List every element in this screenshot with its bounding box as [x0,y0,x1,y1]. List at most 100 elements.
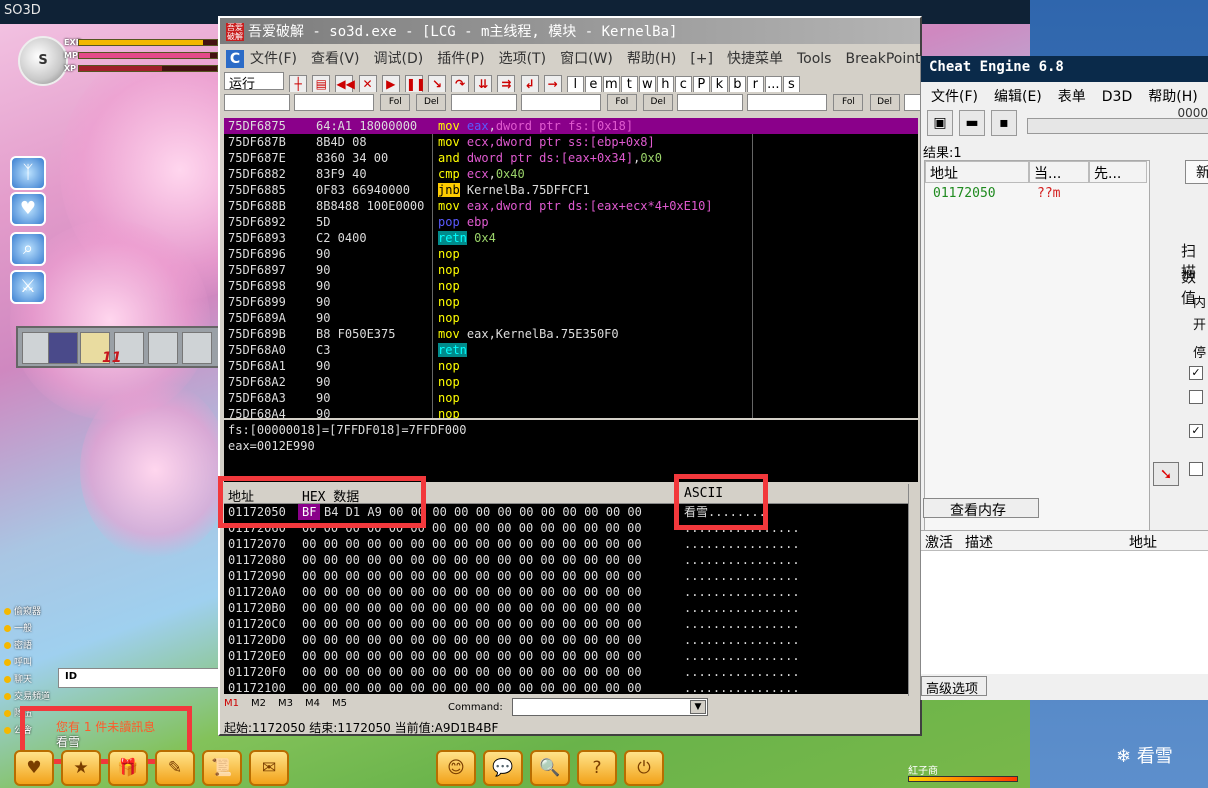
step-into-icon[interactable]: ↘ [427,75,446,92]
cmd-box[interactable] [294,94,375,111]
game-menu-icon[interactable]: 🎁 [108,750,148,786]
od-menu-item[interactable]: 快捷菜单 [727,51,783,67]
disasm-row[interactable]: 75DF68A4 90 nop [224,406,918,418]
dump-row[interactable]: 011720B0 00 00 00 00 00 00 00 00 00 00 00… [224,600,910,616]
id-input[interactable]: ID [58,668,223,688]
item-slot[interactable] [148,332,178,364]
chat-channel[interactable]: 偷窥器 [4,604,60,621]
swords-icon[interactable]: ⚔ [10,270,46,304]
game-menu-icon[interactable]: ? [577,750,617,786]
window-letter-button[interactable]: l [566,76,584,92]
dump-pane[interactable]: 01172050 BF B4 D1 A9 00 00 00 00 00 00 00 … [224,504,910,694]
disasm-row[interactable]: 75DF68A2 90 nop [224,374,918,390]
od-menu-item[interactable]: 选项(T) [499,51,546,67]
disasm-row[interactable]: 75DF6892 5D pop ebp [224,214,918,230]
cmd-box[interactable] [450,94,517,111]
chat-channel[interactable]: 密語 [4,638,60,655]
disasm-row[interactable]: 75DF687B 8B4D 08 mov ecx,dword ptr ss:[ebp… [224,134,918,150]
od-menu-item[interactable]: Tools [797,51,832,67]
od-menu-item[interactable]: 窗口(W) [560,51,613,67]
memory-tab[interactable]: M1 [224,698,239,709]
advanced-options-button[interactable]: 高级选项 [921,676,987,697]
result-row[interactable]: 01172050 ??m [925,183,1149,203]
window-letter-button[interactable]: c [674,76,692,92]
disasm-row[interactable]: 75DF6899 90 nop [224,294,918,310]
ce-menu-item[interactable]: 表单 [1058,89,1086,105]
computer-icon[interactable]: ▣ [927,110,953,136]
dump-row[interactable]: 011720F0 00 00 00 00 00 00 00 00 00 00 00… [224,664,910,680]
col-prev[interactable]: 先... [1089,161,1147,183]
disasm-row[interactable]: 75DF688B 8B8488 100E0000 mov eax,dword ptr… [224,198,918,214]
memory-tab[interactable]: M3 [278,698,293,709]
memory-tab[interactable]: M4 [305,698,320,709]
col-desc[interactable]: 描述 [965,532,993,552]
col-address[interactable]: 地址 [1129,532,1157,552]
chevron-down-icon[interactable]: ▼ [690,700,706,714]
ce-menu-item[interactable]: D3D [1102,89,1132,105]
chat-channel[interactable]: 呼叫 [4,655,60,672]
game-menu-icon[interactable]: 📜 [202,750,242,786]
exec-till-return-icon[interactable]: ↲ [520,75,539,92]
save-icon[interactable]: ▪ [991,110,1017,136]
pause-icon[interactable]: ❚❚ [404,75,426,92]
cmd-box[interactable] [677,94,744,111]
ce-menu-item[interactable]: 帮助(H) [1148,89,1197,105]
od-menu-item[interactable]: 文件(F) [250,51,297,67]
col-active[interactable]: 激活 [925,532,953,552]
window-letter-button[interactable]: P [692,76,710,92]
od-menu-item[interactable]: 帮助(H) [627,51,676,67]
option-checkbox[interactable]: ✓ [1189,366,1203,380]
window-letter-button[interactable]: r [746,76,764,92]
game-menu-icon[interactable]: ✉ [249,750,289,786]
add-address-arrow-icon[interactable]: ➘ [1153,462,1179,486]
disasm-row[interactable]: 75DF6893 C2 0400 retn 0x4 [224,230,918,246]
window-letter-button[interactable]: e [584,76,602,92]
chat-channel[interactable]: 一般 [4,621,60,638]
run-icon[interactable]: ▶ [381,75,400,92]
disasm-row[interactable]: 75DF6898 90 nop [224,278,918,294]
dump-row[interactable]: 01172070 00 00 00 00 00 00 00 00 00 00 00… [224,536,910,552]
game-menu-icon[interactable]: 🔍 [530,750,570,786]
disasm-row[interactable]: 75DF68A0 C3 retn [224,342,918,358]
bp-icon[interactable]: ┼ [289,75,308,92]
dump-row[interactable]: 011720A0 00 00 00 00 00 00 00 00 00 00 00… [224,584,910,600]
fol-button[interactable]: Fol [606,94,637,111]
goto-icon[interactable]: → [543,75,562,92]
game-menu-icon[interactable]: ♥ [14,750,54,786]
col-current[interactable]: 当... [1029,161,1089,183]
dump-row[interactable]: 01172080 00 00 00 00 00 00 00 00 00 00 00… [224,552,910,568]
window-letter-button[interactable]: w [638,76,656,92]
disasm-row[interactable]: 75DF6875 64:A1 18000000 mov eax,dword ptr … [224,118,918,134]
game-menu-icon[interactable]: 💬 [483,750,523,786]
command-input[interactable] [512,698,708,716]
cmd-box[interactable] [747,94,828,111]
disasm-row[interactable]: 75DF6882 83F9 40 cmp ecx,0x40 [224,166,918,182]
ce-menu-item[interactable]: 文件(F) [931,89,978,105]
dump-scrollbar[interactable] [908,484,920,696]
col-addr[interactable]: 地址 [925,161,1029,183]
disasm-row[interactable]: 75DF68A1 90 nop [224,358,918,374]
game-menu-icon[interactable]: ✎ [155,750,195,786]
disasm-row[interactable]: 75DF68A3 90 nop [224,390,918,406]
option-checkbox[interactable] [1189,390,1203,404]
window-letter-button[interactable]: t [620,76,638,92]
disasm-row[interactable]: 75DF687E 8360 34 00 and dword ptr ds:[eax+… [224,150,918,166]
close-icon[interactable]: ✕ [358,75,377,92]
chat-channel[interactable]: 聊天 [4,672,60,689]
window-letter-button[interactable]: b [728,76,746,92]
od-menu-item[interactable]: 调试(D) [374,51,424,67]
memory-view-button[interactable]: 查看内存 [923,498,1039,519]
memory-tab[interactable]: M5 [332,698,347,709]
dump-row[interactable]: 011720E0 00 00 00 00 00 00 00 00 00 00 00… [224,648,910,664]
trace-into-icon[interactable]: ⇊ [474,75,493,92]
dump-row[interactable]: 01172090 00 00 00 00 00 00 00 00 00 00 00… [224,568,910,584]
window-letter-button[interactable]: m [602,76,620,92]
step-over-icon[interactable]: ↷ [451,75,470,92]
disasm-row[interactable]: 75DF689B B8 F050E375 mov eax,KernelBa.75E3… [224,326,918,342]
open-folder-icon[interactable]: ▬ [959,110,985,136]
dump-row[interactable]: 01172100 00 00 00 00 00 00 00 00 00 00 00… [224,680,910,694]
trace-over-icon[interactable]: ⇉ [497,75,516,92]
window-letter-button[interactable]: h [656,76,674,92]
c-icon[interactable]: C [226,50,244,68]
cmd-box[interactable] [224,94,290,111]
